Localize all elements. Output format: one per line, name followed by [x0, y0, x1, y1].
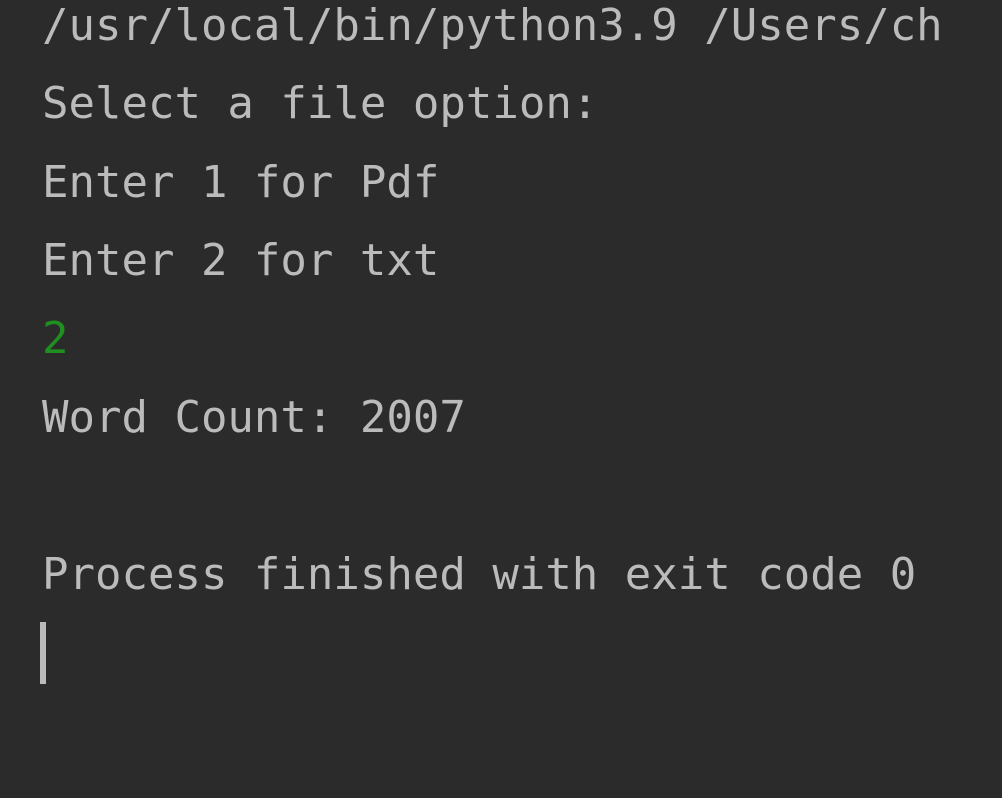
option-pdf-line: Enter 1 for Pdf: [42, 157, 440, 208]
run-console[interactable]: /usr/local/bin/python3.9 /Users/ch Selec…: [0, 0, 1002, 798]
prompt-line: Select a file option:: [42, 78, 599, 129]
user-input-line: 2: [42, 313, 69, 364]
process-exit-message: Process finished with exit code 0: [42, 549, 917, 600]
word-count-output: Word Count: 2007: [42, 392, 466, 443]
option-txt-line: Enter 2 for txt: [42, 235, 440, 286]
text-caret[interactable]: [40, 622, 46, 684]
command-line: /usr/local/bin/python3.9 /Users/ch: [42, 0, 943, 51]
